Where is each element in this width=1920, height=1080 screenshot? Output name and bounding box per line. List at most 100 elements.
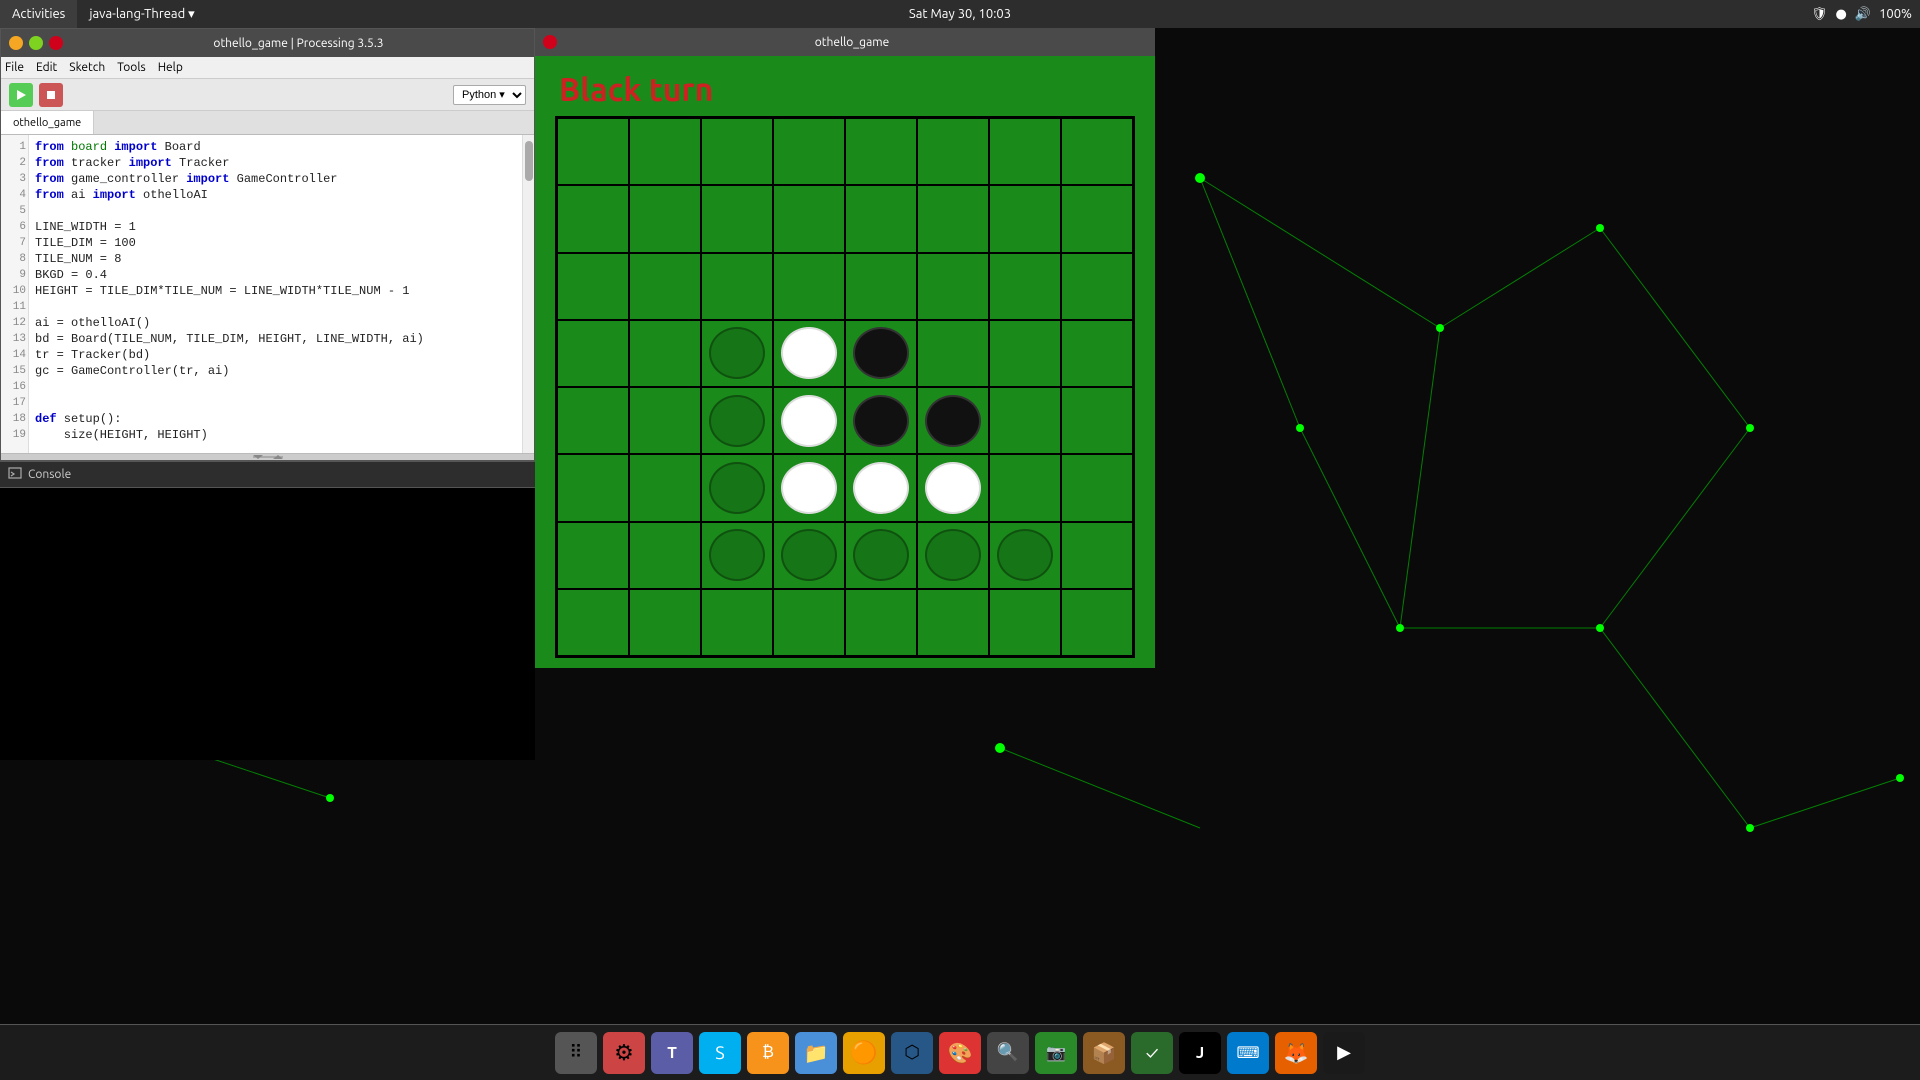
board-cell-3-5[interactable] [917, 320, 989, 387]
ide-scrollbar[interactable] [522, 135, 534, 453]
checklist-icon[interactable]: ✓ [1131, 1032, 1173, 1074]
board-cell-7-4[interactable] [845, 589, 917, 656]
close-button[interactable] [49, 36, 63, 50]
stop-button[interactable] [39, 83, 63, 107]
board-cell-7-0[interactable] [557, 589, 629, 656]
board-cell-4-2[interactable] [701, 387, 773, 454]
board-cell-1-0[interactable] [557, 185, 629, 252]
scroll-handle[interactable] [525, 141, 533, 181]
board-cell-5-3[interactable] [773, 454, 845, 521]
board-cell-4-5[interactable] [917, 387, 989, 454]
board-cell-0-0[interactable] [557, 118, 629, 185]
board-cell-2-4[interactable] [845, 253, 917, 320]
menu-tools[interactable]: Tools [117, 61, 146, 74]
board-cell-0-5[interactable] [917, 118, 989, 185]
app-indicator[interactable]: java-lang-Thread ▾ [77, 0, 206, 28]
board-cell-3-2[interactable] [701, 320, 773, 387]
maximize-button[interactable] [29, 36, 43, 50]
menu-sketch[interactable]: Sketch [69, 61, 105, 74]
othello-board[interactable] [555, 116, 1135, 658]
teams-icon[interactable]: T [651, 1032, 693, 1074]
board-cell-4-6[interactable] [989, 387, 1061, 454]
board-cell-5-6[interactable] [989, 454, 1061, 521]
code-area[interactable]: 12345 678910 1112131415 16171819 from bo… [1, 135, 534, 453]
files-icon[interactable]: 📁 [795, 1032, 837, 1074]
media-player-icon[interactable]: ▶ [1323, 1032, 1365, 1074]
magnifier-icon[interactable]: 🔍 [987, 1032, 1029, 1074]
board-cell-4-4[interactable] [845, 387, 917, 454]
mode-selector[interactable]: Python ▾ [453, 85, 526, 105]
board-cell-2-1[interactable] [629, 253, 701, 320]
board-cell-3-3[interactable] [773, 320, 845, 387]
board-cell-5-0[interactable] [557, 454, 629, 521]
board-cell-4-1[interactable] [629, 387, 701, 454]
board-cell-5-7[interactable] [1061, 454, 1133, 521]
activities-button[interactable]: Activities [0, 0, 77, 28]
board-cell-5-4[interactable] [845, 454, 917, 521]
board-cell-6-0[interactable] [557, 522, 629, 589]
archive-icon[interactable]: 📦 [1083, 1032, 1125, 1074]
firefox-icon[interactable]: 🦊 [1275, 1032, 1317, 1074]
board-cell-7-6[interactable] [989, 589, 1061, 656]
board-cell-4-3[interactable] [773, 387, 845, 454]
board-cell-1-4[interactable] [845, 185, 917, 252]
board-cell-2-3[interactable] [773, 253, 845, 320]
run-button[interactable] [9, 83, 33, 107]
board-cell-7-7[interactable] [1061, 589, 1133, 656]
board-cell-6-7[interactable] [1061, 522, 1133, 589]
board-cell-3-0[interactable] [557, 320, 629, 387]
board-cell-3-4[interactable] [845, 320, 917, 387]
greenshot-icon[interactable]: 📷 [1035, 1032, 1077, 1074]
settings-icon[interactable]: ⚙ [603, 1032, 645, 1074]
menu-file[interactable]: File [5, 61, 24, 74]
board-cell-2-0[interactable] [557, 253, 629, 320]
board-cell-7-5[interactable] [917, 589, 989, 656]
board-cell-0-4[interactable] [845, 118, 917, 185]
board-cell-6-1[interactable] [629, 522, 701, 589]
board-cell-1-1[interactable] [629, 185, 701, 252]
jetbrains-icon[interactable]: J [1179, 1032, 1221, 1074]
board-cell-5-2[interactable] [701, 454, 773, 521]
board-cell-1-2[interactable] [701, 185, 773, 252]
board-cell-1-7[interactable] [1061, 185, 1133, 252]
board-cell-2-2[interactable] [701, 253, 773, 320]
skype-icon[interactable]: S [699, 1032, 741, 1074]
board-cell-1-6[interactable] [989, 185, 1061, 252]
code-editor[interactable]: from board import Board from tracker imp… [29, 135, 522, 453]
board-cell-7-1[interactable] [629, 589, 701, 656]
vscode-icon[interactable]: ⌨ [1227, 1032, 1269, 1074]
tab-othello-game[interactable]: othello_game [1, 111, 94, 134]
board-cell-0-7[interactable] [1061, 118, 1133, 185]
board-cell-0-6[interactable] [989, 118, 1061, 185]
menu-help[interactable]: Help [158, 61, 183, 74]
board-cell-3-6[interactable] [989, 320, 1061, 387]
minimize-button[interactable] [9, 36, 23, 50]
blender-icon[interactable]: ⬡ [891, 1032, 933, 1074]
board-cell-3-7[interactable] [1061, 320, 1133, 387]
board-cell-3-1[interactable] [629, 320, 701, 387]
board-cell-4-7[interactable] [1061, 387, 1133, 454]
board-cell-6-2[interactable] [701, 522, 773, 589]
board-cell-5-5[interactable] [917, 454, 989, 521]
board-cell-6-5[interactable] [917, 522, 989, 589]
graphics-icon[interactable]: 🎨 [939, 1032, 981, 1074]
game-close-button[interactable] [543, 35, 557, 49]
board-cell-6-6[interactable] [989, 522, 1061, 589]
board-cell-7-2[interactable] [701, 589, 773, 656]
board-cell-0-1[interactable] [629, 118, 701, 185]
game-board-area[interactable]: Black turn [535, 56, 1155, 668]
board-cell-7-3[interactable] [773, 589, 845, 656]
board-cell-0-3[interactable] [773, 118, 845, 185]
vlc-icon[interactable]: 🟠 [843, 1032, 885, 1074]
board-cell-1-3[interactable] [773, 185, 845, 252]
bitcoin-icon[interactable]: ₿ [747, 1032, 789, 1074]
board-cell-0-2[interactable] [701, 118, 773, 185]
board-cell-2-6[interactable] [989, 253, 1061, 320]
board-cell-5-1[interactable] [629, 454, 701, 521]
board-cell-6-4[interactable] [845, 522, 917, 589]
board-cell-4-0[interactable] [557, 387, 629, 454]
board-cell-2-5[interactable] [917, 253, 989, 320]
board-cell-1-5[interactable] [917, 185, 989, 252]
apps-grid-icon[interactable]: ⠿ [555, 1032, 597, 1074]
board-cell-2-7[interactable] [1061, 253, 1133, 320]
